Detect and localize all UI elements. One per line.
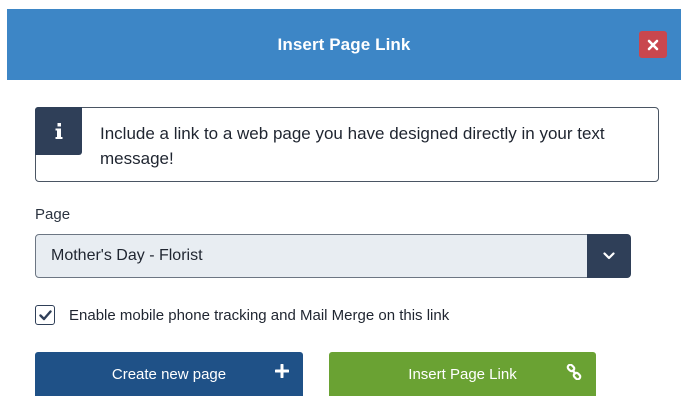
info-icon — [55, 123, 62, 139]
modal-title: Insert Page Link — [277, 34, 411, 54]
insert-page-link-label: Insert Page Link — [408, 365, 517, 383]
page-field-label: Page — [35, 206, 71, 223]
tracking-label: Enable mobile phone tracking and Mail Me… — [69, 306, 450, 324]
close-icon — [647, 39, 659, 50]
page-select-value: Mother's Day - Florist — [51, 247, 203, 264]
tracking-checkbox[interactable] — [35, 305, 55, 325]
checkmark-icon — [38, 309, 52, 320]
tracking-option: Enable mobile phone tracking and Mail Me… — [35, 305, 449, 325]
page-select-toggle[interactable] — [586, 233, 631, 278]
insert-page-link-button[interactable]: Insert Page Link — [329, 352, 596, 396]
modal-header: Insert Page Link — [7, 9, 681, 80]
info-message: Include a link to a web page you have de… — [100, 124, 605, 168]
chevron-down-icon — [602, 251, 615, 259]
link-icon — [566, 364, 582, 380]
close-button[interactable] — [639, 31, 667, 58]
create-new-page-label: Create new page — [111, 365, 227, 383]
plus-icon — [275, 364, 289, 378]
info-callout: Include a link to a web page you have de… — [35, 107, 659, 182]
create-new-page-button[interactable]: Create new page — [35, 352, 303, 396]
page-select[interactable]: Mother's Day - Florist — [35, 233, 631, 278]
info-badge — [35, 107, 82, 155]
